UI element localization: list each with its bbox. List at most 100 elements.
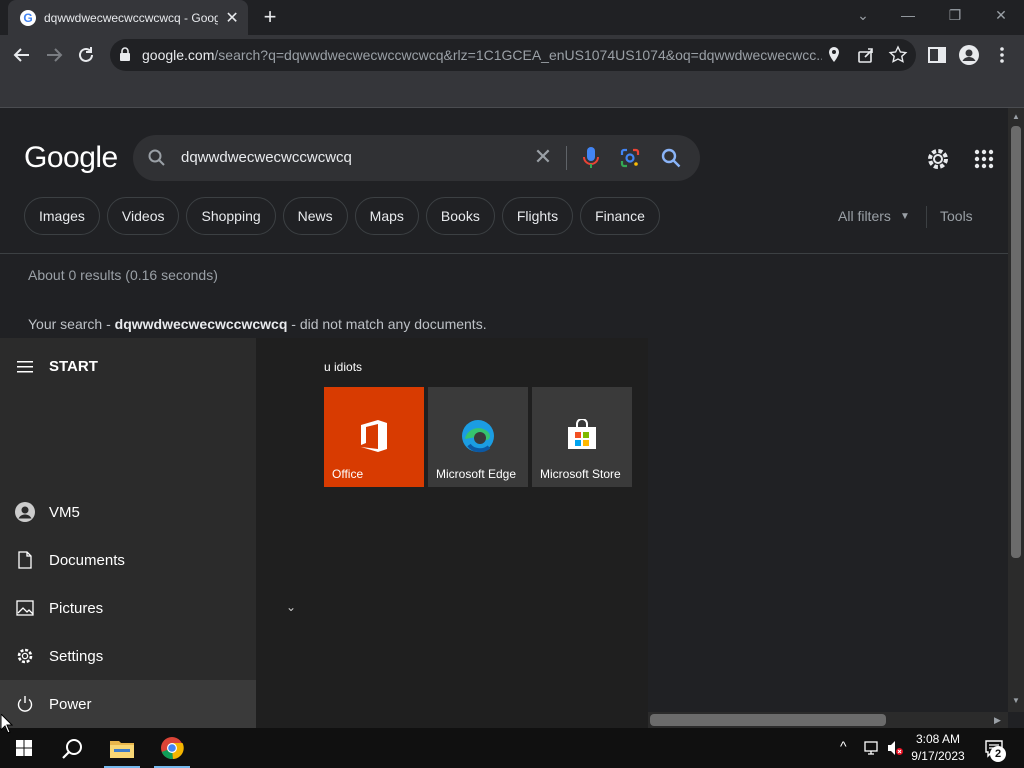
clear-search-icon[interactable]: ✕ bbox=[531, 145, 555, 169]
start-menu-tiles-area: u idiots ⌄ Office Microsoft Edge Microso… bbox=[256, 338, 648, 728]
back-button[interactable] bbox=[10, 43, 34, 67]
google-lens-icon[interactable] bbox=[619, 147, 641, 169]
network-icon[interactable] bbox=[864, 740, 880, 756]
search-box[interactable]: dqwwdwecwecwccwcwcq ✕ bbox=[133, 135, 700, 181]
vertical-scrollbar-thumb[interactable] bbox=[1011, 126, 1021, 558]
start-menu-sidebar: START VM5 Documents Pictures Settings Po… bbox=[0, 338, 256, 728]
store-bag-icon bbox=[568, 419, 596, 449]
tile-office[interactable]: Office bbox=[324, 387, 424, 487]
start-item-pictures[interactable]: Pictures bbox=[0, 584, 256, 632]
url-host: google.com bbox=[142, 47, 215, 63]
start-item-label: Settings bbox=[49, 647, 104, 665]
start-item-label: Power bbox=[49, 695, 92, 713]
hamburger-menu-icon[interactable] bbox=[17, 361, 33, 373]
start-item-settings[interactable]: Settings bbox=[0, 632, 256, 680]
reload-icon bbox=[79, 47, 93, 62]
chip-images[interactable]: Images bbox=[24, 197, 100, 235]
scroll-right-arrow-icon[interactable]: ▶ bbox=[994, 715, 1001, 726]
address-bar[interactable]: google.com/search?q=dqwwdwecwecwccwcwcq&… bbox=[110, 39, 916, 71]
arrow-right-icon bbox=[47, 48, 63, 62]
start-item-label: Pictures bbox=[49, 599, 104, 617]
search-input[interactable]: dqwwdwecwecwccwcwcq bbox=[181, 149, 352, 166]
settings-gear-icon[interactable] bbox=[925, 146, 951, 172]
forward-button[interactable] bbox=[42, 43, 66, 67]
document-icon bbox=[18, 551, 32, 569]
minimize-button[interactable]: — bbox=[893, 4, 923, 26]
profile-icon[interactable] bbox=[958, 44, 980, 66]
taskbar-search-button[interactable] bbox=[48, 728, 96, 768]
scroll-up-arrow-icon[interactable]: ▲ bbox=[1012, 112, 1020, 121]
caret-down-icon: ▼ bbox=[900, 211, 910, 222]
browser-menu-icon[interactable] bbox=[994, 45, 1010, 65]
result-stats: About 0 results (0.16 seconds) bbox=[28, 267, 218, 283]
google-logo[interactable]: Google bbox=[24, 141, 118, 175]
url-text[interactable]: google.com/search?q=dqwwdwecwecwccwcwcq&… bbox=[142, 47, 822, 63]
vertical-scrollbar[interactable]: ▲ ▼ bbox=[1008, 108, 1024, 712]
chip-videos[interactable]: Videos bbox=[106, 197, 180, 235]
horizontal-scrollbar[interactable]: ▶ bbox=[648, 712, 1008, 728]
pictures-icon bbox=[16, 600, 34, 616]
no-match-query: dqwwdwecwecwccwcwcq bbox=[114, 316, 288, 332]
new-tab-button[interactable]: + bbox=[258, 6, 282, 28]
no-match-suffix: - did not match any documents. bbox=[287, 316, 487, 332]
chip-maps[interactable]: Maps bbox=[354, 197, 419, 235]
bookmark-star-icon[interactable] bbox=[888, 45, 908, 65]
start-menu-title: START bbox=[49, 358, 98, 375]
all-filters-button[interactable]: All filters bbox=[838, 208, 891, 224]
location-pin-icon[interactable] bbox=[824, 45, 844, 65]
restore-button[interactable]: ❐ bbox=[940, 4, 970, 26]
tile-group-name[interactable]: u idiots bbox=[324, 360, 362, 374]
search-divider bbox=[566, 146, 567, 170]
windows-logo-icon bbox=[16, 740, 32, 756]
microphone-icon[interactable] bbox=[581, 146, 601, 170]
side-panel-icon[interactable] bbox=[928, 46, 946, 64]
share-icon[interactable] bbox=[856, 45, 876, 65]
close-window-button[interactable]: ✕ bbox=[986, 4, 1016, 26]
show-hidden-icons-chevron-icon[interactable]: ^ bbox=[840, 738, 847, 754]
search-button-icon[interactable] bbox=[659, 146, 683, 170]
search-icon bbox=[62, 739, 82, 759]
header-divider bbox=[0, 253, 1008, 254]
user-avatar-icon bbox=[15, 502, 35, 522]
chrome-logo-icon bbox=[161, 737, 184, 760]
chrome-taskbar-button[interactable] bbox=[148, 728, 196, 768]
start-button[interactable] bbox=[0, 728, 48, 768]
search-icon bbox=[148, 149, 165, 166]
notification-count-badge: 2 bbox=[990, 746, 1006, 762]
clock-time[interactable]: 3:08 AM bbox=[900, 732, 976, 746]
chip-news[interactable]: News bbox=[282, 197, 348, 235]
scroll-down-arrow-icon[interactable]: ▼ bbox=[1012, 696, 1020, 705]
start-item-label: Documents bbox=[49, 551, 125, 569]
lock-icon[interactable] bbox=[120, 47, 130, 61]
tile-label: Microsoft Edge bbox=[436, 467, 517, 481]
tab-close-icon[interactable]: ✕ bbox=[224, 8, 240, 28]
clock-date[interactable]: 9/17/2023 bbox=[900, 749, 976, 763]
chip-shopping[interactable]: Shopping bbox=[186, 197, 276, 235]
arrow-left-icon bbox=[13, 48, 29, 62]
horizontal-scrollbar-thumb[interactable] bbox=[650, 714, 886, 726]
start-item-label: VM5 bbox=[49, 503, 80, 521]
start-item-user[interactable]: VM5 bbox=[0, 488, 256, 536]
tile-microsoft-edge[interactable]: Microsoft Edge bbox=[428, 387, 528, 487]
search-filter-chips: Images Videos Shopping News Maps Books F… bbox=[24, 197, 660, 235]
tile-microsoft-store[interactable]: Microsoft Store bbox=[532, 387, 632, 487]
start-item-documents[interactable]: Documents bbox=[0, 536, 256, 584]
settings-gear-icon bbox=[17, 648, 33, 664]
no-results-message: Your search - dqwwdwecwecwccwcwcq - did … bbox=[28, 316, 487, 332]
start-item-power[interactable]: Power bbox=[0, 680, 256, 728]
tab-search-icon[interactable]: ⌄ bbox=[848, 4, 878, 26]
filter-divider bbox=[926, 206, 927, 228]
google-apps-icon[interactable] bbox=[974, 149, 994, 169]
tile-label: Microsoft Store bbox=[540, 467, 621, 481]
chevron-down-icon[interactable]: ⌄ bbox=[286, 600, 296, 614]
chip-books[interactable]: Books bbox=[425, 197, 495, 235]
office-logo-icon bbox=[361, 420, 387, 452]
reload-button[interactable] bbox=[74, 43, 98, 67]
url-path: /search?q=dqwwdwecwecwccwcwcq&rlz=1C1GCE… bbox=[214, 47, 822, 63]
chip-finance[interactable]: Finance bbox=[580, 197, 660, 235]
browser-tab[interactable]: G dqwwdwecwecwccwcwcq - Google Search ✕ bbox=[8, 0, 248, 35]
chip-flights[interactable]: Flights bbox=[501, 197, 574, 235]
tools-button[interactable]: Tools bbox=[940, 208, 973, 224]
no-match-prefix: Your search - bbox=[28, 316, 115, 332]
file-explorer-button[interactable] bbox=[98, 728, 146, 768]
